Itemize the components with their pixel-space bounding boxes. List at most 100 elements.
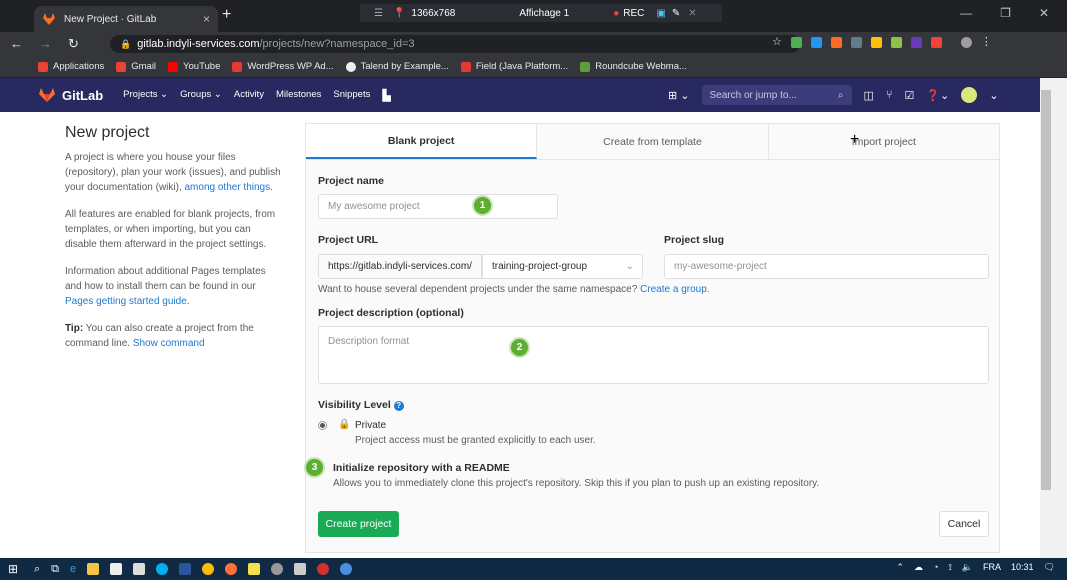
reload-icon[interactable]: ↻	[68, 36, 79, 52]
among-other-things-link[interactable]: among other things	[185, 182, 271, 193]
new-item-icon[interactable]: ⊞ ⌄	[668, 89, 690, 102]
search-icon[interactable]: ⌕	[34, 563, 40, 576]
clock[interactable]: 10:31	[1011, 562, 1034, 573]
project-slug-input[interactable]: my-awesome-project	[664, 254, 989, 279]
todos-icon[interactable]: ☑	[905, 89, 915, 102]
skype-icon[interactable]	[156, 562, 169, 575]
profile-avatar-icon[interactable]	[960, 37, 972, 48]
network-icon[interactable]: ◔	[933, 562, 938, 573]
pages-guide-link[interactable]: Pages getting started guide	[65, 296, 187, 307]
gitlab-logo[interactable]: GitLab	[38, 87, 103, 103]
mail-icon[interactable]	[133, 562, 146, 575]
bookmark-star-icon[interactable]: ☆	[772, 37, 782, 48]
system-tray: ⌃ ☁ ◔ ⟟ 🔈 FRA 10:31 🗨	[896, 562, 1055, 573]
search-input[interactable]: Search or jump to... ⌕	[701, 85, 852, 105]
extension-2-icon[interactable]	[810, 37, 822, 48]
task-view-icon[interactable]: ⧉	[51, 563, 59, 576]
nav-projects[interactable]: Projects ⌄	[123, 89, 168, 102]
private-radio[interactable]	[318, 421, 327, 430]
pin-icon[interactable]: 📍	[393, 8, 405, 19]
namespace-select[interactable]: training-project-group ⌄	[482, 254, 643, 279]
visibility-level-label: Visibility Level ?	[318, 399, 404, 411]
word-icon[interactable]	[179, 562, 192, 575]
back-icon[interactable]: ←	[10, 36, 23, 52]
file-explorer-icon[interactable]	[87, 562, 100, 575]
firefox-icon[interactable]	[225, 562, 238, 575]
windows-start-icon[interactable]: ⊞	[8, 562, 18, 576]
chrome-icon[interactable]	[202, 562, 215, 575]
extension-4-icon[interactable]	[850, 37, 862, 48]
bookmark-youtube[interactable]: YouTube	[168, 61, 220, 72]
page-scrollbar[interactable]	[1040, 78, 1067, 558]
create-project-button[interactable]: Create project	[318, 511, 399, 537]
annotation-badge-2: 2	[509, 337, 530, 358]
info-column: New project A project is where you house…	[65, 124, 283, 363]
readme-label[interactable]: Initialize repository with a README	[333, 462, 510, 474]
volume-icon[interactable]: 🔈	[962, 562, 973, 573]
wifi-icon[interactable]: ⟟	[948, 562, 951, 573]
help-icon[interactable]: ❓⌄	[926, 89, 949, 102]
bookmark-talend[interactable]: Talend by Example...	[345, 61, 449, 72]
tray-chevron-icon[interactable]: ⌃	[896, 562, 904, 573]
bookmark-roundcube[interactable]: Roundcube Webma...	[580, 61, 687, 72]
settings-icon[interactable]	[271, 562, 284, 575]
show-command-link[interactable]: Show command	[133, 338, 205, 349]
merge-requests-icon[interactable]: ⑂	[886, 89, 893, 101]
tab-blank-project[interactable]: Blank project	[306, 124, 538, 159]
tab-close-icon[interactable]: ×	[203, 12, 210, 26]
url-input[interactable]: 🔒 gitlab.indyli-services.com /projects/n…	[110, 35, 800, 53]
notes-icon[interactable]	[248, 562, 261, 575]
create-group-link[interactable]: Create a group.	[640, 284, 710, 295]
bookmark-applications[interactable]: Applications	[38, 61, 104, 72]
rec-label[interactable]: REC	[623, 8, 644, 19]
browser-tab[interactable]: New Project · GitLab ×	[34, 6, 218, 32]
extension-3-icon[interactable]	[830, 37, 842, 48]
menu-icon[interactable]: ☰	[374, 8, 383, 19]
issues-icon[interactable]: ◫	[864, 89, 874, 102]
rec-close-icon[interactable]: ✕	[688, 8, 696, 19]
minimize-icon[interactable]: —	[960, 6, 972, 20]
tab-create-from-template[interactable]: Create from template	[537, 124, 769, 159]
help-question-icon[interactable]: ?	[393, 401, 404, 411]
edge-icon[interactable]: e	[70, 563, 76, 576]
app2-icon[interactable]	[340, 562, 353, 575]
tab-import-project[interactable]: Import project	[769, 124, 999, 159]
record-icon[interactable]	[317, 562, 330, 575]
scrollbar-thumb[interactable]	[1041, 90, 1051, 490]
nav-snippets[interactable]: Snippets	[333, 89, 370, 102]
close-window-icon[interactable]: ✕	[1039, 6, 1049, 20]
chart-icon[interactable]: ▙	[382, 89, 390, 102]
bookmark-wordpress[interactable]: WordPress WP Ad...	[232, 61, 334, 72]
cloud-icon[interactable]: ☁	[914, 562, 923, 573]
bookmark-gmail[interactable]: Gmail	[116, 61, 156, 72]
forward-icon[interactable]: →	[39, 36, 52, 52]
pen-icon[interactable]: ✎	[672, 8, 680, 19]
windows-taskbar: ⊞ ⌕ ⧉ e ⌃ ☁ ◔ ⟟ 🔈 FRA 10:31 🗨	[0, 558, 1067, 580]
bookmark-field-java[interactable]: Field (Java Platform...	[460, 61, 568, 72]
extension-7-icon[interactable]	[910, 37, 922, 48]
description-textarea[interactable]: Description format	[318, 326, 989, 384]
nav-activity[interactable]: Activity	[234, 89, 264, 102]
app-icon[interactable]	[294, 562, 307, 575]
gitlab-tanuki-icon	[39, 88, 55, 102]
user-avatar[interactable]	[961, 87, 978, 103]
browser-menu-icon[interactable]: ⋮	[981, 37, 992, 48]
record-dot-icon: ●	[613, 7, 620, 19]
nav-groups[interactable]: Groups ⌄	[180, 89, 222, 102]
project-slug-label: Project slug	[664, 234, 725, 246]
chevron-down-icon[interactable]: ⌄	[989, 89, 998, 102]
new-tab-button[interactable]: +	[222, 6, 231, 24]
extension-6-icon[interactable]	[890, 37, 902, 48]
roundcube-icon	[580, 61, 591, 72]
cancel-button[interactable]: Cancel	[939, 511, 989, 537]
extension-8-icon[interactable]	[930, 37, 942, 48]
nav-milestones[interactable]: Milestones	[276, 89, 321, 102]
store-icon[interactable]	[110, 562, 123, 575]
camera-icon[interactable]: ▣	[656, 8, 665, 19]
extension-5-icon[interactable]	[870, 37, 882, 48]
maximize-icon[interactable]: ❐	[1000, 6, 1011, 20]
extension-1-icon[interactable]	[790, 37, 802, 48]
language-indicator[interactable]: FRA	[983, 562, 1001, 573]
notifications-icon[interactable]: 🗨	[1044, 562, 1055, 573]
project-name-input[interactable]: My awesome project	[318, 194, 558, 219]
